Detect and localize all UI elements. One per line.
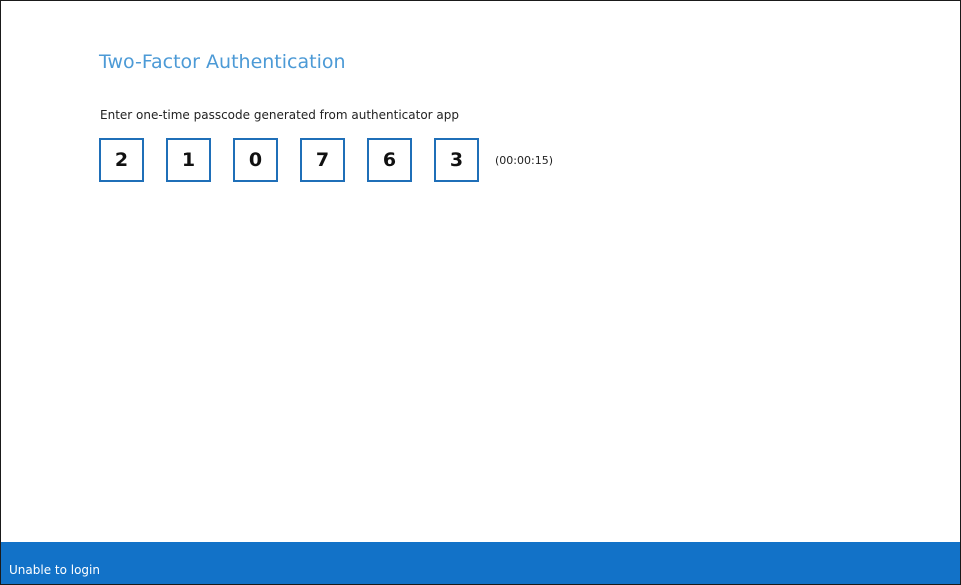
- otp-input-group: 2 1 0 7 6 3 (00:00:15): [99, 136, 553, 184]
- otp-instruction: Enter one-time passcode generated from a…: [100, 108, 460, 122]
- otp-digit-2[interactable]: 1: [166, 138, 211, 182]
- footer-bar: Unable to login: [1, 542, 960, 584]
- two-factor-window: Two-Factor Authentication Enter one-time…: [0, 0, 961, 585]
- otp-digit-5[interactable]: 6: [367, 138, 412, 182]
- page-title: Two-Factor Authentication: [99, 51, 346, 73]
- otp-countdown-timer: (00:00:15): [495, 153, 553, 167]
- otp-digit-1[interactable]: 2: [99, 138, 144, 182]
- otp-digit-3[interactable]: 0: [233, 138, 278, 182]
- otp-digit-4[interactable]: 7: [300, 138, 345, 182]
- otp-digit-6[interactable]: 3: [434, 138, 479, 182]
- unable-to-login-link[interactable]: Unable to login: [9, 562, 100, 578]
